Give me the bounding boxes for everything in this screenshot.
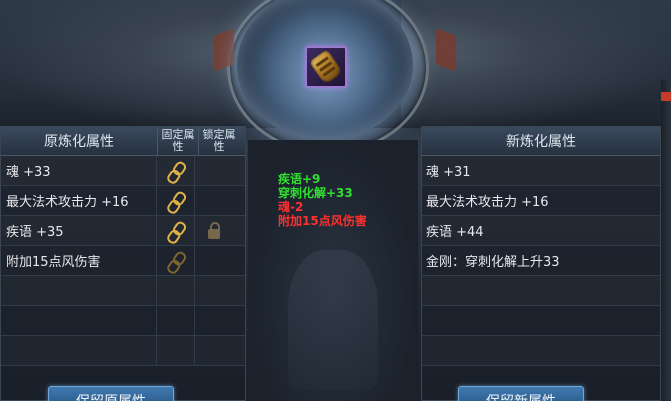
fixed-attribute-column-title: 固定属性 <box>157 127 198 155</box>
brazier-decoration <box>288 250 378 390</box>
fixed-attribute-cell[interactable] <box>156 246 194 275</box>
comparison-area: 疾语+9 穿刺化解+33 魂-2 附加15点风伤害 <box>248 140 418 401</box>
lock-attribute-cell[interactable] <box>194 186 232 215</box>
original-attribute-text: 最大法术攻击力 +16 <box>6 195 129 210</box>
new-attribute-row <box>422 336 660 366</box>
chain-icon <box>164 158 187 182</box>
new-attribute-text: 疾语 +44 <box>426 225 484 240</box>
original-attribute-row: 魂 +33 <box>1 156 245 186</box>
item-slot[interactable] <box>305 46 347 88</box>
lock-attribute-column-title: 锁定属性 <box>198 127 239 155</box>
original-attribute-row: 附加15点风伤害 <box>1 246 245 276</box>
gain-line: 穿刺化解+33 <box>278 186 353 200</box>
new-attribute-row: 疾语 +44 <box>422 216 660 246</box>
original-attribute-text: 魂 +33 <box>6 165 51 180</box>
chain-icon <box>164 188 187 212</box>
new-attribute-text: 金刚：穿刺化解上升33 <box>426 255 560 270</box>
fixed-attribute-cell[interactable] <box>156 156 194 185</box>
original-attributes-header: 原炼化属性 固定属性 锁定属性 <box>1 127 245 156</box>
lock-attribute-cell[interactable] <box>194 276 232 305</box>
keep-original-button[interactable]: 保留原属性 <box>48 386 174 401</box>
original-attribute-row: 疾语 +35 <box>1 216 245 246</box>
chain-icon <box>164 218 187 242</box>
new-attribute-row: 魂 +31 <box>422 156 660 186</box>
new-attribute-row: 最大法术攻击力 +16 <box>422 186 660 216</box>
lock-attribute-cell[interactable] <box>194 156 232 185</box>
gauntlet-icon <box>308 49 344 85</box>
lock-attribute-cell[interactable] <box>194 246 232 275</box>
gain-line: 疾语+9 <box>278 172 321 186</box>
original-attribute-text: 疾语 +35 <box>6 225 64 240</box>
fixed-attribute-cell[interactable] <box>156 276 194 305</box>
fixed-attribute-cell[interactable] <box>156 216 194 245</box>
original-attribute-row <box>1 306 245 336</box>
fixed-attribute-cell[interactable] <box>156 306 194 335</box>
original-attribute-row <box>1 276 245 306</box>
window-edge <box>661 80 671 401</box>
lock-attribute-cell[interactable] <box>194 216 232 245</box>
orb-accent-left <box>214 28 234 72</box>
original-attributes-title: 原炼化属性 <box>44 134 114 150</box>
difference-list: 疾语+9 穿刺化解+33 魂-2 附加15点风伤害 <box>278 172 367 228</box>
fixed-attribute-cell[interactable] <box>156 186 194 215</box>
lock-attribute-cell[interactable] <box>194 336 232 365</box>
orb-accent-right <box>436 28 456 72</box>
new-attributes-header: 新炼化属性 <box>422 127 660 156</box>
new-attribute-text: 魂 +31 <box>426 165 471 180</box>
new-attribute-row <box>422 306 660 336</box>
original-attributes-panel: 原炼化属性 固定属性 锁定属性 魂 +33 最大法术攻击力 +16 疾语 +35 附加… <box>0 126 246 401</box>
lock-icon <box>207 221 220 239</box>
new-attribute-row: 金刚：穿刺化解上升33 <box>422 246 660 276</box>
new-attribute-row <box>422 276 660 306</box>
refine-window: 原炼化属性 固定属性 锁定属性 魂 +33 最大法术攻击力 +16 疾语 +35 附加… <box>0 0 671 401</box>
new-attributes-panel: 新炼化属性 魂 +31 最大法术攻击力 +16 疾语 +44 金刚：穿刺化解上升33 <box>421 126 661 401</box>
original-attribute-row: 最大法术攻击力 +16 <box>1 186 245 216</box>
keep-new-button[interactable]: 保留新属性 <box>458 386 584 401</box>
original-attribute-text: 附加15点风伤害 <box>6 255 101 270</box>
original-attributes-list: 魂 +33 最大法术攻击力 +16 疾语 +35 附加15点风伤害 <box>1 156 245 366</box>
new-attribute-text: 最大法术攻击力 +16 <box>426 195 549 210</box>
original-attribute-row <box>1 336 245 366</box>
new-attributes-list: 魂 +31 最大法术攻击力 +16 疾语 +44 金刚：穿刺化解上升33 <box>422 156 660 366</box>
loss-line: 魂-2 <box>278 200 304 214</box>
lock-attribute-cell[interactable] <box>194 306 232 335</box>
new-attributes-title: 新炼化属性 <box>506 134 576 150</box>
chain-icon <box>164 248 187 272</box>
loss-line: 附加15点风伤害 <box>278 214 367 228</box>
fixed-attribute-cell[interactable] <box>156 336 194 365</box>
